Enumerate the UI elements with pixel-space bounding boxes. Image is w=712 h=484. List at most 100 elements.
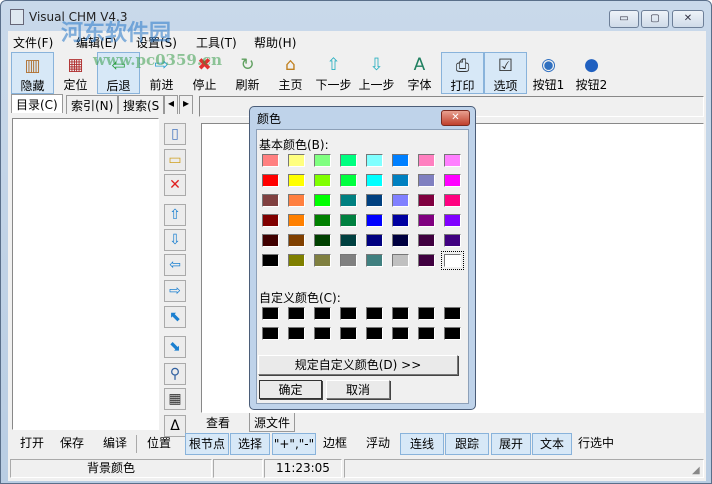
menu-item[interactable]: 文件(F): [13, 34, 53, 51]
basic-color-swatch[interactable]: [392, 214, 409, 227]
toolbar-button-5[interactable]: ↻ 刷新: [226, 52, 269, 94]
basic-color-swatch[interactable]: [441, 251, 464, 270]
dialog-close-button[interactable]: ✕: [441, 110, 470, 126]
define-custom-colors-button[interactable]: 规定自定义颜色(D) >>: [258, 355, 458, 375]
basic-color-swatch[interactable]: [288, 234, 305, 247]
bottom-button-3[interactable]: 位置: [140, 433, 178, 455]
basic-color-swatch[interactable]: [444, 234, 461, 247]
basic-color-swatch[interactable]: [314, 254, 331, 267]
custom-color-swatch[interactable]: [340, 327, 357, 340]
custom-color-swatch[interactable]: [392, 307, 409, 320]
toolbar-button-10[interactable]: ⎙ 打印: [441, 52, 484, 94]
basic-color-swatch[interactable]: [392, 254, 409, 267]
custom-color-swatch[interactable]: [314, 307, 331, 320]
basic-color-swatch[interactable]: [262, 254, 279, 267]
side-button-4[interactable]: ⇩: [164, 229, 186, 251]
custom-color-swatch[interactable]: [366, 307, 383, 320]
side-button-7[interactable]: ⬉: [164, 306, 186, 328]
basic-color-swatch[interactable]: [392, 174, 409, 187]
basic-color-swatch[interactable]: [444, 154, 461, 167]
toolbar-button-1[interactable]: ▦ 定位: [54, 52, 97, 94]
toolbar-button-8[interactable]: ⇩ 上一步: [355, 52, 398, 94]
custom-color-swatch[interactable]: [444, 307, 461, 320]
toolbar-button-12[interactable]: ◉ 按钮1: [527, 52, 570, 94]
menu-item[interactable]: 帮助(H): [254, 34, 296, 51]
basic-color-swatch[interactable]: [340, 174, 357, 187]
toc-tree[interactable]: [12, 118, 159, 430]
tab-source[interactable]: 源文件: [249, 413, 296, 432]
basic-color-swatch[interactable]: [340, 254, 357, 267]
basic-color-swatch[interactable]: [392, 234, 409, 247]
basic-color-swatch[interactable]: [288, 254, 305, 267]
basic-color-swatch[interactable]: [340, 214, 357, 227]
menu-item[interactable]: 工具(T): [196, 34, 237, 51]
custom-color-swatch[interactable]: [262, 327, 279, 340]
left-tab-0[interactable]: 目录(C): [11, 94, 63, 113]
side-button-6[interactable]: ⇨: [164, 280, 186, 302]
custom-color-swatch[interactable]: [288, 327, 305, 340]
tab-scroll-left[interactable]: ◂: [164, 95, 178, 114]
minimize-button[interactable]: ▭: [609, 10, 639, 28]
custom-color-swatch[interactable]: [418, 327, 435, 340]
bottom-button-8[interactable]: 浮动: [358, 433, 398, 455]
basic-color-swatch[interactable]: [340, 154, 357, 167]
basic-color-swatch[interactable]: [288, 174, 305, 187]
side-button-0[interactable]: ▯: [164, 123, 186, 145]
custom-color-swatch[interactable]: [366, 327, 383, 340]
basic-color-swatch[interactable]: [314, 194, 331, 207]
side-button-5[interactable]: ⇦: [164, 254, 186, 276]
basic-color-swatch[interactable]: [262, 174, 279, 187]
side-button-3[interactable]: ⇧: [164, 204, 186, 226]
bottom-button-1[interactable]: 保存: [53, 433, 91, 455]
basic-color-swatch[interactable]: [288, 214, 305, 227]
bottom-button-4[interactable]: 根节点: [185, 433, 229, 455]
bottom-button-0[interactable]: 打开: [13, 433, 51, 455]
basic-color-swatch[interactable]: [262, 234, 279, 247]
toolbar-button-6[interactable]: ⌂ 主页: [269, 52, 312, 94]
basic-color-swatch[interactable]: [392, 154, 409, 167]
basic-color-swatch[interactable]: [314, 174, 331, 187]
basic-color-swatch[interactable]: [418, 234, 435, 247]
toolbar-button-13[interactable]: ● 按钮2: [570, 52, 613, 94]
side-button-1[interactable]: ▭: [164, 149, 186, 171]
basic-color-swatch[interactable]: [262, 194, 279, 207]
toolbar-button-9[interactable]: A 字体: [398, 52, 441, 94]
maximize-button[interactable]: ▢: [641, 10, 669, 28]
basic-color-swatch[interactable]: [262, 214, 279, 227]
left-tab-1[interactable]: 索引(N): [66, 95, 119, 114]
resize-grip[interactable]: ◢: [692, 465, 700, 476]
basic-color-swatch[interactable]: [366, 194, 383, 207]
basic-color-swatch[interactable]: [418, 254, 435, 267]
bottom-button-13[interactable]: 行选中: [574, 433, 618, 455]
bottom-button-7[interactable]: 边框: [316, 433, 354, 455]
cancel-button[interactable]: 取消: [326, 380, 390, 399]
basic-color-swatch[interactable]: [444, 214, 461, 227]
basic-color-swatch[interactable]: [392, 194, 409, 207]
basic-color-swatch[interactable]: [314, 234, 331, 247]
basic-color-swatch[interactable]: [314, 154, 331, 167]
basic-color-swatch[interactable]: [418, 214, 435, 227]
basic-color-swatch[interactable]: [340, 234, 357, 247]
basic-color-swatch[interactable]: [366, 234, 383, 247]
bottom-button-11[interactable]: 展开: [491, 433, 531, 455]
toolbar-button-0[interactable]: ▥ 隐藏: [11, 52, 54, 94]
basic-color-swatch[interactable]: [366, 254, 383, 267]
custom-color-swatch[interactable]: [418, 307, 435, 320]
basic-color-swatch[interactable]: [288, 154, 305, 167]
basic-color-swatch[interactable]: [340, 194, 357, 207]
custom-color-swatch[interactable]: [340, 307, 357, 320]
bottom-button-12[interactable]: 文本: [532, 433, 572, 455]
bottom-button-6[interactable]: "+","-": [272, 433, 316, 455]
side-button-2[interactable]: ✕: [164, 174, 186, 196]
bottom-button-10[interactable]: 跟踪: [445, 433, 489, 455]
toolbar-button-7[interactable]: ⇧ 下一步: [312, 52, 355, 94]
basic-color-swatch[interactable]: [366, 214, 383, 227]
tab-view[interactable]: 查看: [202, 413, 235, 432]
basic-color-swatch[interactable]: [444, 174, 461, 187]
basic-color-swatch[interactable]: [366, 154, 383, 167]
custom-color-swatch[interactable]: [314, 327, 331, 340]
custom-color-swatch[interactable]: [392, 327, 409, 340]
custom-color-swatch[interactable]: [262, 307, 279, 320]
basic-color-swatch[interactable]: [262, 154, 279, 167]
toolbar-button-11[interactable]: ☑ 选项: [484, 52, 527, 94]
